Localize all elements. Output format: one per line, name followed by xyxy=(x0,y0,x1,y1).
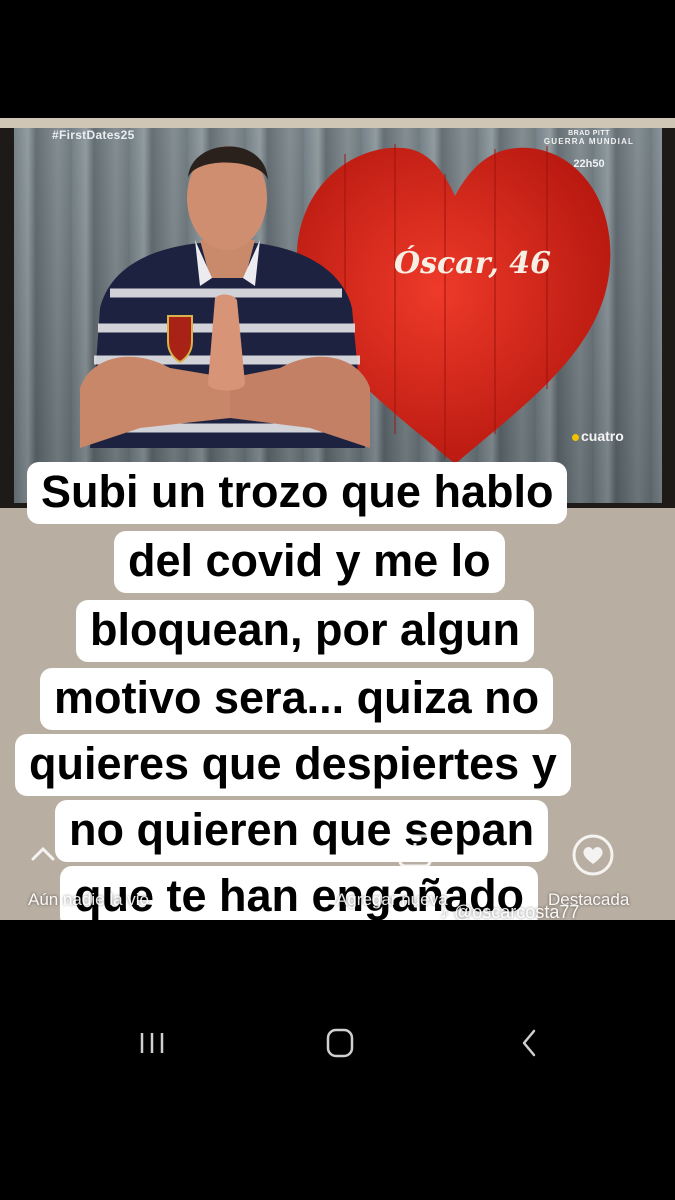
chevron-up-icon[interactable] xyxy=(30,844,56,864)
add-story-icon[interactable] xyxy=(396,832,436,872)
contestant-name: Óscar, 46 xyxy=(394,246,551,281)
top-black-bar xyxy=(0,0,675,118)
home-icon[interactable] xyxy=(320,1025,360,1061)
channel-logo: cuatro xyxy=(572,428,624,444)
add-new-label[interactable]: Agregar nueva xyxy=(336,890,448,910)
promo-time: 22h50 xyxy=(573,158,605,170)
tv-screenshot: #FirstDates25 BRAD PITT GUERRA MUNDIAL 2… xyxy=(0,128,675,508)
channel-name: cuatro xyxy=(581,428,624,444)
contestant-photo xyxy=(80,146,370,448)
movie-promo: BRAD PITT GUERRA MUNDIAL 22h50 xyxy=(530,130,648,170)
caption-line: no quieren que sepan xyxy=(55,800,549,862)
show-hashtag: #FirstDates25 xyxy=(52,128,135,142)
caption-line: del covid y me lo xyxy=(114,531,505,593)
highlight-heart-icon[interactable] xyxy=(570,832,616,878)
caption-line: motivo sera... quiza no xyxy=(40,668,554,730)
caption-line: quieres que despiertes y xyxy=(15,734,571,796)
channel-dot-icon xyxy=(572,433,579,441)
recent-apps-icon[interactable] xyxy=(132,1025,172,1061)
caption-line: bloquean, por algun xyxy=(76,600,534,662)
promo-title: BRAD PITT xyxy=(568,130,610,137)
tv-frame-top xyxy=(0,118,675,128)
caption-line: Subi un trozo que hablo xyxy=(27,462,568,524)
tiktok-handle: @oscarcosta77 xyxy=(454,902,580,922)
tiktok-logo-icon: ♪ xyxy=(440,902,449,922)
back-icon[interactable] xyxy=(510,1025,550,1061)
promo-subtitle: GUERRA MUNDIAL xyxy=(543,137,635,146)
views-label[interactable]: Aún nadie la vio xyxy=(28,890,149,910)
